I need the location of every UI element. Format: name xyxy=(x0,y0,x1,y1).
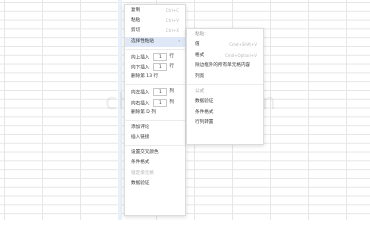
data-validation-label: 数据验证 xyxy=(131,180,150,186)
paste-menu-item[interactable]: 粘贴 Ctrl+V xyxy=(125,16,185,26)
chevron-right-icon: › xyxy=(178,38,180,44)
paste-shortcut: Ctrl+V xyxy=(165,18,179,24)
delete-col-label: 删除第 D 列 xyxy=(131,109,156,115)
conditional-format-menu-item[interactable]: 条件格式 xyxy=(125,158,185,168)
insert-col-right-label: 向右插入 xyxy=(131,101,150,107)
delete-col-menu-item[interactable]: 删除第 D 列 xyxy=(125,108,185,118)
cut-shortcut: Ctrl+X xyxy=(165,28,179,34)
menu-divider xyxy=(125,84,185,86)
paste-special-menu-item[interactable]: 选择性粘贴 › xyxy=(125,36,185,47)
insert-row-below-suffix: 行 xyxy=(169,63,174,69)
delete-row-menu-item[interactable]: 删除第 13 行 xyxy=(125,72,185,82)
paste-formats-label: 格式 xyxy=(195,52,205,58)
paste-values-shortcut: Cmd+Shift+V xyxy=(229,42,257,48)
add-comment-menu-item[interactable]: 添加评论 xyxy=(125,123,185,133)
copy-menu-item[interactable]: 复制 Ctrl+C xyxy=(125,6,185,16)
paste-transpose-menu-item[interactable]: 行列转置 xyxy=(187,118,263,128)
insert-col-left-count-input[interactable]: 1 xyxy=(153,88,168,97)
alternate-colors-menu-item[interactable]: 设置交叉颜色 xyxy=(125,148,185,158)
alternate-colors-label: 设置交叉颜色 xyxy=(131,150,159,156)
insert-row-below-menu-item[interactable]: 向下插入 1 行 xyxy=(125,62,185,72)
paste-special-label: 选择性粘贴 xyxy=(131,38,154,44)
menu-divider xyxy=(187,83,263,85)
delete-row-label: 删除第 13 行 xyxy=(131,74,159,80)
context-menu: 复制 Ctrl+C 粘贴 Ctrl+V 剪切 Ctrl+X 选择性粘贴 › 向上… xyxy=(124,4,186,216)
insert-row-below-label: 向下插入 xyxy=(131,65,150,71)
insert-row-above-menu-item[interactable]: 向上插入 1 行 xyxy=(125,52,185,62)
paste-formats-menu-item[interactable]: 格式 Cmd+Option+V xyxy=(187,51,263,61)
insert-col-left-menu-item[interactable]: 向左插入 1 列 xyxy=(125,87,185,97)
paste-values-menu-item[interactable]: 值 Cmd+Shift+V xyxy=(187,40,263,50)
submenu-paste-header: 粘贴: xyxy=(195,32,206,37)
paste-conditional-format-label: 条件格式 xyxy=(195,109,214,115)
insert-row-above-suffix: 行 xyxy=(169,53,174,59)
freeze-cells-label: 锁定单元格 xyxy=(131,170,154,176)
insert-col-right-suffix: 列 xyxy=(169,99,174,105)
insert-link-label: 插入链接 xyxy=(131,135,150,141)
insert-row-above-label: 向上插入 xyxy=(131,55,150,61)
paste-special-submenu: 粘贴: 值 Cmd+Shift+V 格式 Cmd+Option+V 除边框外的所… xyxy=(186,28,264,145)
paste-all-except-borders-menu-item[interactable]: 除边框外的所有单元格内容 xyxy=(187,61,263,71)
add-comment-label: 添加评论 xyxy=(131,124,150,130)
paste-data-validation-label: 数据验证 xyxy=(195,99,214,105)
paste-values-label: 值 xyxy=(195,42,200,48)
insert-row-below-count-input[interactable]: 1 xyxy=(153,63,168,72)
selected-column-highlight xyxy=(118,0,122,220)
paste-column-width-menu-item[interactable]: 列宽 xyxy=(187,72,263,82)
copy-label: 复制 xyxy=(131,8,141,13)
insert-col-left-label: 向左插入 xyxy=(131,90,150,96)
paste-conditional-format-menu-item[interactable]: 条件格式 xyxy=(187,108,263,118)
insert-row-above-count-input[interactable]: 1 xyxy=(153,52,168,61)
insert-col-right-menu-item[interactable]: 向右插入 1 列 xyxy=(125,98,185,108)
insert-col-right-count-input[interactable]: 1 xyxy=(153,98,168,107)
conditional-format-label: 条件格式 xyxy=(131,160,150,166)
paste-all-except-borders-label: 除边框外的所有单元格内容 xyxy=(195,63,251,69)
cut-menu-item[interactable]: 剪切 Ctrl+X xyxy=(125,26,185,36)
menu-divider xyxy=(125,145,185,147)
freeze-cells-menu-item[interactable]: 锁定单元格 xyxy=(125,169,185,179)
paste-data-validation-menu-item[interactable]: 数据验证 xyxy=(187,97,263,107)
menu-divider xyxy=(125,48,185,50)
paste-label: 粘贴 xyxy=(131,18,141,24)
paste-formats-shortcut: Cmd+Option+V xyxy=(224,52,257,58)
copy-shortcut: Ctrl+C xyxy=(165,8,179,13)
insert-link-menu-item[interactable]: 插入链接 xyxy=(125,133,185,143)
menu-divider xyxy=(125,119,185,121)
submenu-formula-header[interactable]: 公式 xyxy=(187,87,263,97)
paste-column-width-label: 列宽 xyxy=(195,73,205,79)
paste-transpose-label: 行列转置 xyxy=(195,120,214,126)
data-validation-menu-item[interactable]: 数据验证 xyxy=(125,179,185,189)
insert-col-left-suffix: 列 xyxy=(169,89,174,95)
cut-label: 剪切 xyxy=(131,28,141,34)
